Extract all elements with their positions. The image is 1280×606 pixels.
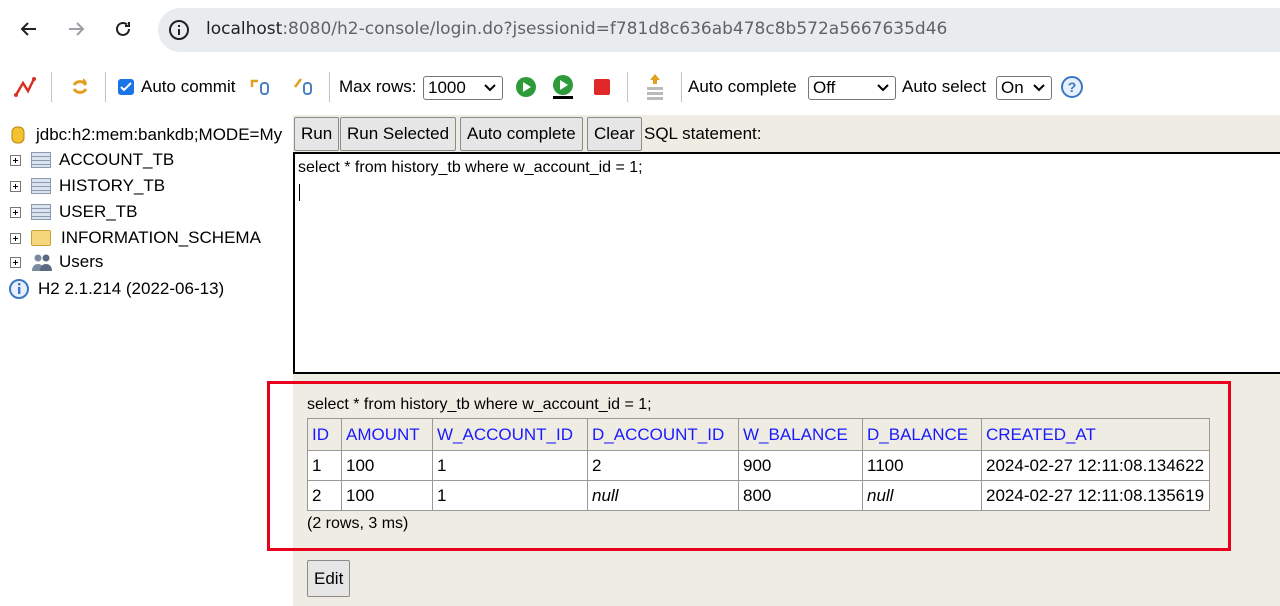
tree-item-users[interactable]: Users [10, 250, 103, 274]
commit-icon [294, 78, 312, 95]
play-selected-icon [553, 75, 573, 99]
back-button[interactable] [14, 14, 44, 44]
chevron-down-icon [484, 84, 496, 92]
commit-button[interactable] [290, 74, 316, 100]
highlight-box [267, 381, 1231, 551]
table-icon [31, 152, 51, 168]
help-glyph: ? [1068, 79, 1077, 95]
tree-connection[interactable]: jdbc:h2:mem:bankdb;MODE=My [10, 123, 282, 147]
table-icon [31, 178, 51, 194]
table-icon [31, 204, 51, 220]
tree-item-user-tb[interactable]: USER_TB [10, 200, 137, 224]
stop-icon [594, 79, 610, 95]
text-caret [299, 184, 300, 201]
connection-label: jdbc:h2:mem:bankdb;MODE=My [36, 125, 283, 144]
database-icon [11, 126, 25, 144]
url-path: :8080/h2-console/login.do?jsessionid=f78… [282, 19, 948, 39]
auto-complete-label: Auto complete [688, 77, 797, 96]
disconnect-button[interactable] [12, 74, 38, 100]
users-icon [32, 254, 52, 271]
auto-commit-checkbox[interactable] [118, 79, 134, 95]
tree-item-label: HISTORY_TB [59, 176, 166, 195]
auto-select-select[interactable]: On [996, 76, 1052, 100]
run-selected-button-icon[interactable] [550, 74, 576, 100]
folder-icon [31, 230, 51, 246]
auto-complete-select[interactable]: Off [808, 76, 896, 100]
tree-item-label: INFORMATION_SCHEMA [61, 228, 261, 247]
tree-version: H2 2.1.214 (2022-06-13) [8, 277, 224, 301]
checkmark-icon [120, 82, 132, 92]
stop-button[interactable] [589, 74, 615, 100]
auto-select-value: On [1001, 78, 1024, 97]
history-icon [647, 74, 663, 100]
disconnect-icon [14, 77, 36, 97]
edit-button[interactable]: Edit [307, 560, 351, 597]
forward-button[interactable] [61, 14, 91, 44]
help-button[interactable]: ? [1059, 74, 1085, 100]
help-icon: ? [1061, 76, 1083, 98]
expand-icon[interactable] [10, 154, 21, 166]
tree-item-account-tb[interactable]: ACCOUNT_TB [10, 148, 174, 172]
clear-button[interactable]: Clear [587, 117, 642, 151]
play-icon [516, 77, 536, 97]
reload-button[interactable] [108, 14, 138, 44]
site-info-icon[interactable] [168, 19, 190, 46]
tree-item-label: ACCOUNT_TB [59, 150, 175, 169]
url-host: localhost [206, 19, 283, 39]
auto-complete-value: Off [813, 78, 836, 97]
tree-item-information-schema[interactable]: INFORMATION_SCHEMA [10, 226, 261, 250]
refresh-icon [72, 78, 88, 94]
arrow-left-icon [20, 22, 36, 36]
browser-toolbar: localhost:8080/h2-console/login.do?jsess… [0, 0, 1280, 60]
max-rows-label: Max rows: [339, 77, 417, 96]
expand-icon[interactable] [10, 256, 21, 268]
max-rows-value: 1000 [428, 78, 466, 97]
toolbar-separator [105, 72, 106, 102]
refresh-button[interactable] [67, 74, 93, 100]
auto-select-label: Auto select [902, 77, 987, 96]
tree-item-label: USER_TB [59, 202, 138, 221]
rollback-icon [250, 79, 269, 95]
run-selected-button[interactable]: Run Selected [340, 117, 457, 151]
toolbar-separator [627, 72, 628, 102]
arrow-right-icon [69, 22, 85, 36]
run-button[interactable]: Run [294, 117, 340, 151]
reload-icon [116, 21, 130, 36]
chevron-down-icon [1033, 84, 1045, 92]
run-button-icon[interactable] [513, 74, 539, 100]
address-bar[interactable]: localhost:8080/h2-console/login.do?jsess… [158, 8, 1280, 52]
auto-complete-button[interactable]: Auto complete [460, 117, 583, 151]
chevron-down-icon [877, 84, 889, 92]
expand-icon[interactable] [10, 232, 21, 244]
history-button[interactable] [642, 74, 668, 100]
sql-statement-label: SQL statement: [644, 124, 762, 143]
object-tree: jdbc:h2:mem:bankdb;MODE=My ACCOUNT_TB HI… [0, 115, 290, 606]
sql-editor[interactable]: select * from history_tb where w_account… [293, 152, 1280, 374]
rollback-button[interactable] [247, 74, 273, 100]
expand-icon[interactable] [10, 180, 21, 192]
max-rows-select[interactable]: 1000 [423, 76, 503, 100]
info-icon [9, 279, 29, 299]
expand-icon[interactable] [10, 206, 21, 218]
url-text: localhost:8080/h2-console/login.do?jsess… [206, 19, 947, 39]
toolbar-separator [329, 72, 330, 102]
tree-item-label: Users [59, 252, 104, 271]
auto-commit-label[interactable]: Auto commit [141, 77, 235, 97]
version-label: H2 2.1.214 (2022-06-13) [38, 279, 225, 298]
h2-toolbar: Auto commit Max rows: 1000 Auto complete… [0, 60, 1280, 115]
tree-item-history-tb[interactable]: HISTORY_TB [10, 174, 165, 198]
toolbar-separator [681, 72, 682, 102]
sql-editor-text: select * from history_tb where w_account… [298, 159, 643, 176]
toolbar-separator [51, 72, 52, 102]
